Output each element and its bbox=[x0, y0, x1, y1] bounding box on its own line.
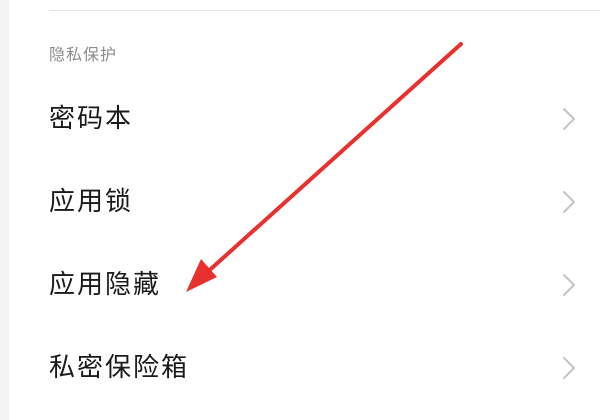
menu-item-app-lock[interactable]: 应用锁 bbox=[9, 172, 600, 232]
top-divider bbox=[49, 10, 600, 11]
menu-item-label: 密码本 bbox=[49, 104, 134, 134]
section-header-privacy: 隐私保护 bbox=[49, 45, 118, 64]
chevron-right-icon bbox=[563, 357, 575, 379]
menu-item-label: 应用隐藏 bbox=[49, 270, 162, 300]
settings-panel: 隐私保护 密码本 应用锁 应用隐藏 私密保险箱 bbox=[9, 0, 600, 420]
menu-item-label: 私密保险箱 bbox=[49, 353, 190, 383]
menu-item-app-hide[interactable]: 应用隐藏 bbox=[9, 255, 600, 315]
chevron-right-icon bbox=[563, 191, 575, 213]
menu-item-label: 应用锁 bbox=[49, 187, 134, 217]
chevron-right-icon bbox=[563, 108, 575, 130]
menu-item-password-book[interactable]: 密码本 bbox=[9, 89, 600, 149]
menu-item-private-vault[interactable]: 私密保险箱 bbox=[9, 338, 600, 398]
chevron-right-icon bbox=[563, 274, 575, 296]
